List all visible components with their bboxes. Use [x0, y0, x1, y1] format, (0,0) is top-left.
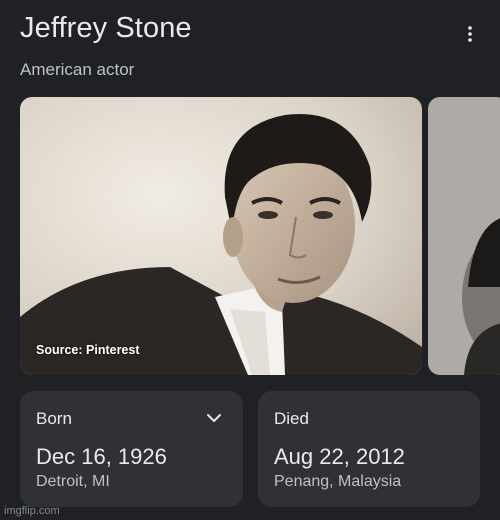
died-place: Penang, Malaysia — [274, 473, 402, 490]
more-options-button[interactable] — [458, 22, 482, 46]
born-date: Dec 16, 1926 — [36, 444, 167, 469]
secondary-image[interactable] — [428, 97, 500, 375]
died-card[interactable]: Died Aug 22, 2012 Penang, Malaysia — [258, 391, 480, 507]
main-image[interactable]: Source: Pinterest — [20, 97, 422, 375]
born-label: Born — [36, 409, 72, 428]
page-subtitle: American actor — [20, 60, 135, 79]
died-label: Died — [274, 409, 309, 428]
page-title: Jeffrey Stone — [20, 12, 192, 44]
watermark: imgflip.com — [4, 505, 60, 517]
portrait-photo — [20, 97, 422, 375]
died-date: Aug 22, 2012 — [274, 444, 405, 469]
image-source-label: Source: Pinterest — [36, 343, 140, 357]
chevron-down-icon[interactable] — [205, 411, 223, 425]
born-place: Detroit, MI — [36, 473, 110, 490]
secondary-portrait-photo — [428, 97, 500, 375]
knowledge-panel: Jeffrey Stone American actor Source: Pin… — [0, 0, 500, 520]
more-vert-icon — [468, 26, 472, 42]
born-card[interactable]: Born Dec 16, 1926 Detroit, MI — [20, 391, 243, 507]
